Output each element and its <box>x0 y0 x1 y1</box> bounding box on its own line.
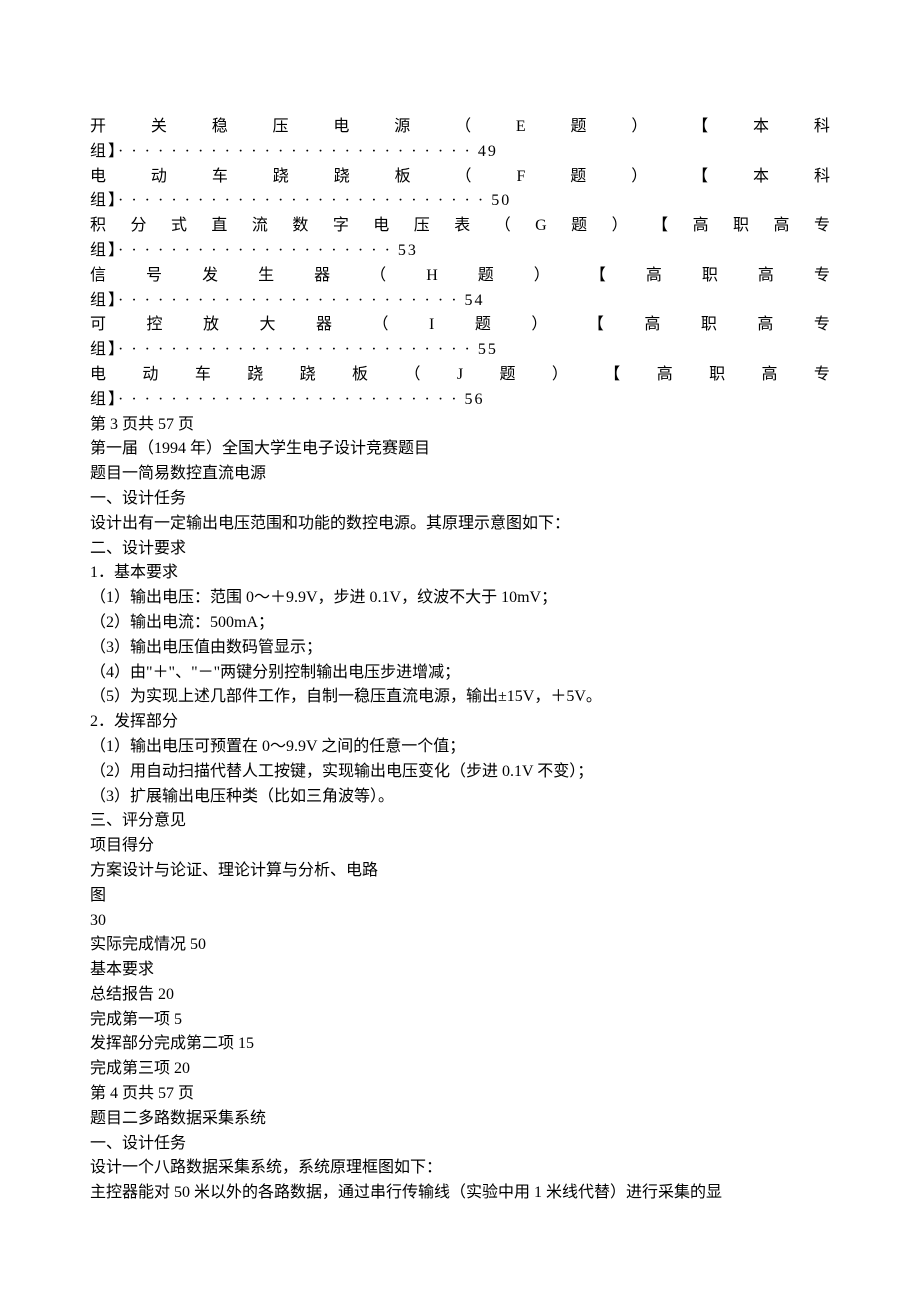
body-text: 项目得分 <box>90 834 830 859</box>
requirement-item: （5）为实现上述几部件工作，自制一稳压直流电源，输出±15V，＋5V。 <box>90 685 830 710</box>
body-text: 设计出有一定输出电压范围和功能的数控电源。其原理示意图如下： <box>90 512 830 537</box>
score-value: 30 <box>90 909 830 934</box>
toc-entry-line1: 积分式直流数字电压表（G题）【高职高专 <box>90 214 830 239</box>
requirement-item: （1）输出电压可预置在 0～9.9V 之间的任意一个值； <box>90 735 830 760</box>
requirement-item: （1）输出电压：范围 0～＋9.9V，步进 0.1V，纹波不大于 10mV； <box>90 586 830 611</box>
score-item: 实际完成情况 50 <box>90 933 830 958</box>
toc-entry-line2: 组】· · · · · · · · · · · · · · · · · · · … <box>90 289 830 314</box>
toc-entry-line2: 组】· · · · · · · · · · · · · · · · · · · … <box>90 140 830 165</box>
requirement-item: （3）扩展输出电压种类（比如三角波等）。 <box>90 785 830 810</box>
toc-entry: 积分式直流数字电压表（G题）【高职高专 组】· · · · · · · · · … <box>90 214 830 264</box>
requirement-item: （2）输出电流：500mA； <box>90 611 830 636</box>
body-text: 方案设计与论证、理论计算与分析、电路 <box>90 859 830 884</box>
requirement-item: （2）用自动扫描代替人工按键，实现输出电压变化（步进 0.1V 不变）； <box>90 760 830 785</box>
toc-entry: 电动车跷跷板（J题）【高职高专 组】· · · · · · · · · · · … <box>90 363 830 413</box>
score-item: 完成第三项 20 <box>90 1057 830 1082</box>
page-indicator: 第 3 页共 57 页 <box>90 413 830 438</box>
toc-entry-line2: 组】· · · · · · · · · · · · · · · · · · · … <box>90 239 830 264</box>
toc-entry-line1: 可控放大器（I题）【高职高专 <box>90 313 830 338</box>
section-heading: 二、设计要求 <box>90 537 830 562</box>
page-indicator: 第 4 页共 57 页 <box>90 1082 830 1107</box>
topic-title: 题目一简易数控直流电源 <box>90 462 830 487</box>
toc-entry-line1: 信号发生器（H题）【高职高专 <box>90 264 830 289</box>
competition-title: 第一届（1994 年）全国大学生电子设计竞赛题目 <box>90 437 830 462</box>
requirement-item: （3）输出电压值由数码管显示； <box>90 636 830 661</box>
score-item: 完成第一项 5 <box>90 1008 830 1033</box>
toc-entry-line1: 开关稳压电源（E题）【本科 <box>90 115 830 140</box>
toc-entry: 可控放大器（I题）【高职高专 组】· · · · · · · · · · · ·… <box>90 313 830 363</box>
body-text: 设计一个八路数据采集系统，系统原理框图如下： <box>90 1156 830 1181</box>
body-text: 主控器能对 50 米以外的各路数据，通过串行传输线（实验中用 1 米线代替）进行… <box>90 1181 830 1206</box>
section-heading: 一、设计任务 <box>90 1132 830 1157</box>
document-page: 开关稳压电源（E题）【本科 组】· · · · · · · · · · · · … <box>0 0 920 1266</box>
toc-entry-line2: 组】· · · · · · · · · · · · · · · · · · · … <box>90 338 830 363</box>
subsection-heading: 1．基本要求 <box>90 561 830 586</box>
score-item: 总结报告 20 <box>90 983 830 1008</box>
topic-title: 题目二多路数据采集系统 <box>90 1107 830 1132</box>
toc-entry: 开关稳压电源（E题）【本科 组】· · · · · · · · · · · · … <box>90 115 830 165</box>
toc-entry-line2: 组】· · · · · · · · · · · · · · · · · · · … <box>90 189 830 214</box>
requirement-item: （4）由"＋"、"－"两键分别控制输出电压步进增减； <box>90 661 830 686</box>
toc-entry-line1: 电动车跷跷板（J题）【高职高专 <box>90 363 830 388</box>
toc-entry: 信号发生器（H题）【高职高专 组】· · · · · · · · · · · ·… <box>90 264 830 314</box>
section-heading: 一、设计任务 <box>90 487 830 512</box>
body-text: 基本要求 <box>90 958 830 983</box>
score-item: 发挥部分完成第二项 15 <box>90 1032 830 1057</box>
toc-entry-line2: 组】· · · · · · · · · · · · · · · · · · · … <box>90 388 830 413</box>
toc-entry-line1: 电动车跷跷板（F题）【本科 <box>90 165 830 190</box>
toc-entry: 电动车跷跷板（F题）【本科 组】· · · · · · · · · · · · … <box>90 165 830 215</box>
section-heading: 三、评分意见 <box>90 809 830 834</box>
subsection-heading: 2．发挥部分 <box>90 710 830 735</box>
body-text: 图 <box>90 884 830 909</box>
